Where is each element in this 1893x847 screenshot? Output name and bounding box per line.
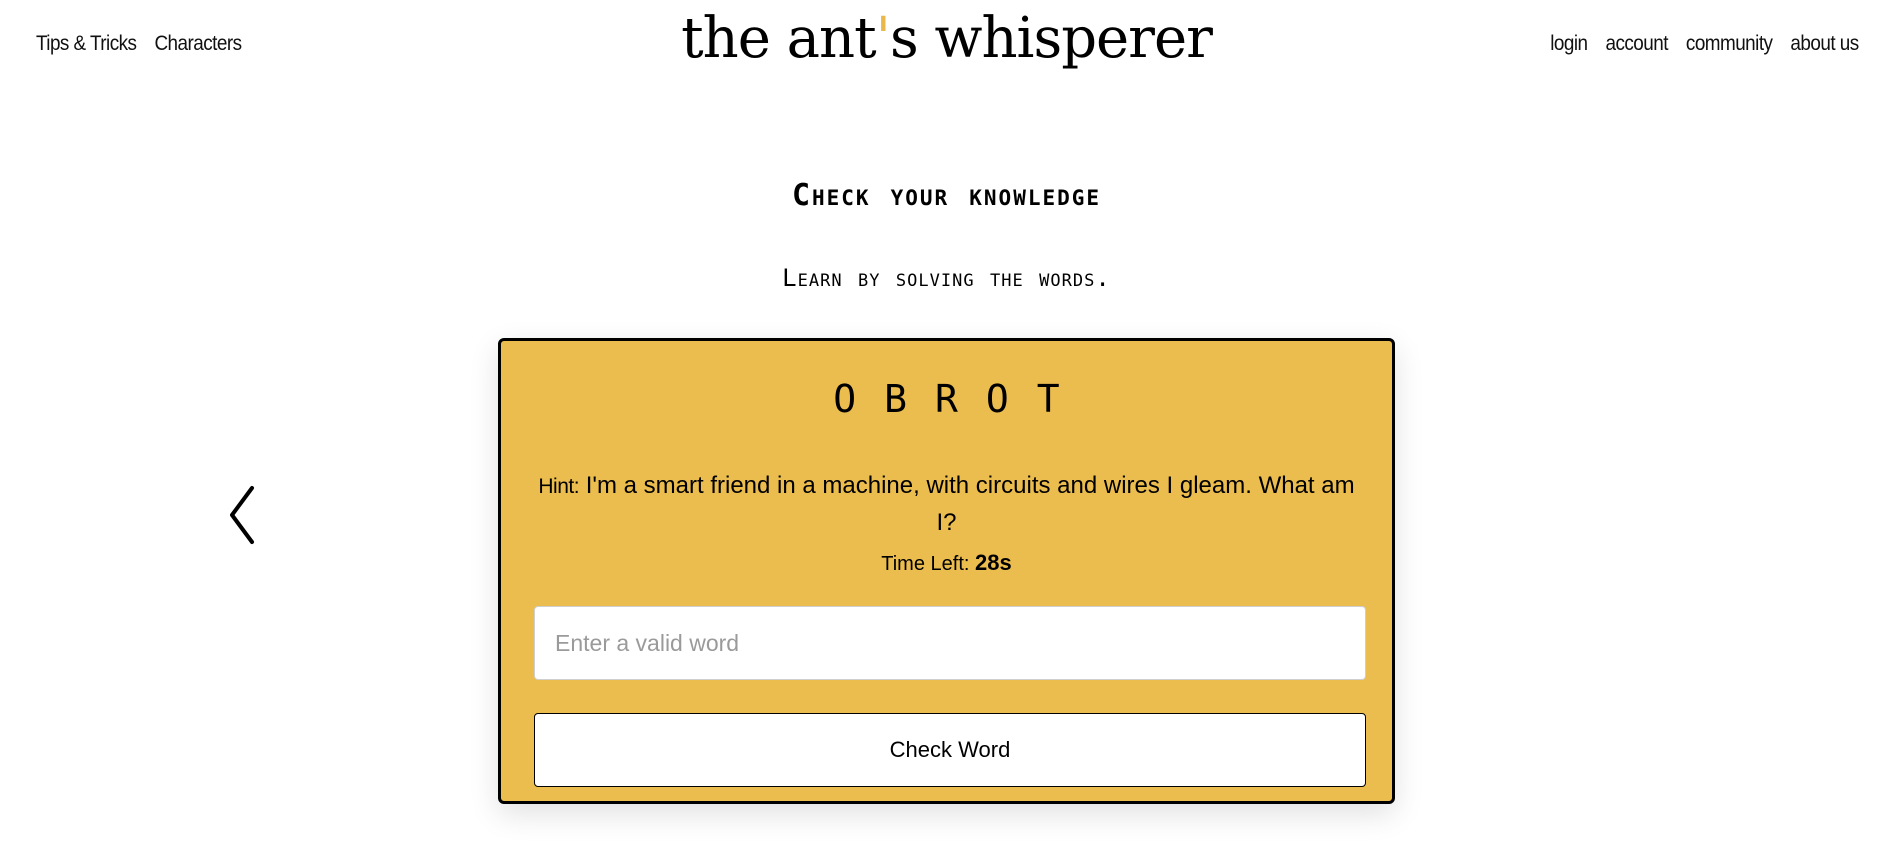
hint: Hint: I'm a smart friend in a machine, w… xyxy=(537,468,1356,541)
timer-label: Time Left: xyxy=(881,553,970,575)
timer-value: 28s xyxy=(975,550,1012,575)
page: Tips & Tricks Characters the ant's whisp… xyxy=(0,0,1893,847)
hint-label: Hint: xyxy=(538,475,580,498)
chevron-left-icon[interactable] xyxy=(226,484,260,546)
page-heading: Check your knowledge xyxy=(791,178,1102,213)
site-title-part-1: the ant xyxy=(681,6,876,71)
page-subheading: Learn by solving the words. xyxy=(782,264,1111,292)
timer: Time Left: 28s xyxy=(501,550,1392,576)
nav-link-login[interactable]: login xyxy=(1551,32,1589,56)
scrambled-word: OBROT xyxy=(833,377,1088,421)
account-nav: login account community about us xyxy=(1551,32,1860,56)
nav-link-community[interactable]: community xyxy=(1686,32,1773,56)
site-title-apostrophe: ' xyxy=(875,6,891,71)
word-game-card: OBROT Hint: I'm a smart friend in a mach… xyxy=(498,338,1395,804)
word-input[interactable] xyxy=(534,606,1366,680)
hint-text: I'm a smart friend in a machine, with ci… xyxy=(585,472,1355,536)
nav-link-about-us[interactable]: about us xyxy=(1791,32,1860,56)
nav-link-account[interactable]: account xyxy=(1606,32,1669,56)
check-word-button[interactable]: Check Word xyxy=(534,713,1366,787)
site-title-part-2: s whisperer xyxy=(890,6,1213,71)
